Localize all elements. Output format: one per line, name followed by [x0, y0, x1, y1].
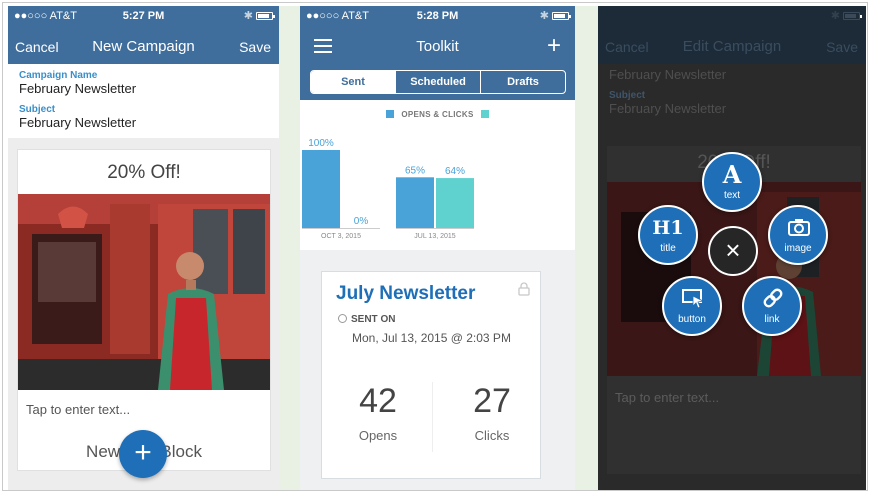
- bar-chart: 100% 0% OCT 3, 2015 65% 64% JUL 13, 2015: [302, 138, 474, 240]
- new-campaign-screen: ●●○○○ AT&T 5:27 PM ✱ Cancel New Campaign…: [8, 6, 279, 490]
- bar-value-label: 100%: [308, 138, 334, 149]
- legend-swatch-opens: [385, 110, 394, 118]
- chart-bar: [302, 150, 340, 228]
- save-button[interactable]: Save: [826, 39, 858, 55]
- bar-value-label: 65%: [405, 165, 425, 176]
- x-tick-label: OCT 3, 2015: [321, 233, 361, 240]
- tab-sent[interactable]: Sent: [311, 71, 395, 93]
- nav-bar: Cancel New Campaign Save: [8, 28, 279, 64]
- add-link-block-button[interactable]: link: [742, 276, 802, 336]
- clicks-count: 27: [473, 382, 511, 420]
- newsletter-title[interactable]: July Newsletter: [336, 283, 475, 305]
- close-icon: ×: [725, 235, 741, 265]
- edit-campaign-screen: ✱ Cancel Edit Campaign Save February New…: [598, 6, 866, 490]
- chart-bar: [396, 177, 434, 228]
- title-icon: H1: [652, 217, 684, 239]
- clock-icon: [338, 314, 347, 323]
- chart-legend: OPENS & CLICKS: [300, 110, 575, 119]
- battery-icon: [256, 12, 275, 20]
- button-icon: [682, 289, 705, 309]
- add-campaign-button[interactable]: +: [547, 32, 561, 60]
- sent-on-label: SENT ON: [351, 314, 396, 325]
- chart-bar: [436, 178, 474, 228]
- panel-divider: [575, 6, 598, 490]
- text-icon: A: [722, 160, 742, 189]
- header-bar: ●●○○○ AT&T 5:28 PM ✱ Toolkit + Sent Sche…: [300, 6, 575, 100]
- legend-swatch-clicks: [481, 110, 490, 118]
- bluetooth-icon: ✱: [830, 10, 840, 22]
- bar-value-label: 0%: [354, 216, 369, 227]
- legend-label: OPENS & CLICKS: [401, 110, 474, 119]
- title-block-label: title: [660, 243, 676, 254]
- header-bar: ✱ Cancel Edit Campaign Save: [598, 6, 866, 64]
- opens-clicks-chart: OPENS & CLICKS 100% 0% OCT 3, 2015 65% 64% JU…: [300, 100, 575, 250]
- panel-divider: [279, 6, 300, 490]
- bluetooth-icon: ✱: [243, 10, 253, 22]
- tab-scheduled[interactable]: Scheduled: [395, 71, 480, 93]
- campaign-tabs: Sent Scheduled Drafts: [310, 70, 566, 94]
- bluetooth-icon: ✱: [539, 10, 549, 22]
- nav-bar: Cancel Edit Campaign Save: [598, 28, 866, 64]
- status-bar: ✱: [598, 6, 866, 28]
- screenshot-frame: ●●○○○ AT&T 5:27 PM ✱ Cancel New Campaign…: [2, 2, 868, 491]
- clock: 5:27 PM: [122, 10, 165, 22]
- toolkit-screen: ●●○○○ AT&T 5:28 PM ✱ Toolkit + Sent Sche…: [300, 6, 575, 490]
- text-block-input: Tap to enter text...: [615, 390, 720, 405]
- campaign-fields: Campaign Name February Newsletter Subjec…: [8, 64, 279, 138]
- sent-on-date: Mon, Jul 13, 2015 @ 2:03 PM: [352, 331, 511, 345]
- promo-title[interactable]: 20% Off!: [18, 162, 270, 184]
- clock: 5:28 PM: [416, 10, 459, 22]
- status-bar: ●●○○○ AT&T 5:28 PM ✱: [300, 6, 575, 28]
- campaign-name-input[interactable]: February Newsletter: [19, 81, 136, 96]
- subject-label: Subject: [19, 104, 56, 115]
- button-block-label: button: [678, 314, 706, 325]
- campaign-name-label: Campaign Name: [19, 70, 98, 81]
- battery-icon: [552, 12, 571, 20]
- tab-drafts[interactable]: Drafts: [480, 71, 565, 93]
- campaign-name-input[interactable]: February Newsletter: [609, 67, 726, 82]
- clicks-label: Clicks: [474, 428, 510, 443]
- lock-icon: [518, 282, 530, 296]
- opens-label: Opens: [358, 428, 398, 443]
- page-title: Toolkit: [416, 38, 459, 55]
- newsletter-card[interactable]: July Newsletter SENT ON Mon, Jul 13, 201…: [321, 271, 541, 479]
- opens-count: 42: [359, 382, 397, 420]
- add-title-block-button[interactable]: H1 title: [638, 205, 698, 265]
- text-block-label: text: [723, 190, 741, 201]
- add-text-block-button[interactable]: A text: [702, 152, 762, 212]
- camera-icon: [788, 219, 810, 236]
- link-block-label: link: [764, 314, 780, 325]
- subject-input[interactable]: February Newsletter: [609, 101, 726, 116]
- close-menu-button[interactable]: ×: [708, 226, 758, 276]
- nav-bar: Toolkit: [300, 28, 575, 64]
- add-button-block-button[interactable]: button: [662, 276, 722, 336]
- food-truck-photo[interactable]: [18, 194, 270, 390]
- status-bar: ●●○○○ AT&T 5:27 PM ✱: [8, 6, 279, 28]
- subject-label: Subject: [609, 90, 646, 101]
- email-preview-card: 20% Off! Tap to enter text... New Block: [17, 149, 271, 471]
- stat-divider: [432, 382, 433, 452]
- link-icon: [763, 288, 783, 308]
- header-bar: ●●○○○ AT&T 5:27 PM ✱ Cancel New Campaign…: [8, 6, 279, 64]
- bar-value-label: 64%: [445, 166, 465, 177]
- plus-icon: +: [134, 436, 152, 469]
- save-button[interactable]: Save: [239, 39, 271, 55]
- battery-icon: [843, 12, 862, 20]
- x-tick-label: JUL 13, 2015: [414, 233, 455, 240]
- sent-on-row: SENT ON: [338, 314, 395, 325]
- add-image-block-button[interactable]: image: [768, 205, 828, 265]
- image-block-label: image: [784, 243, 812, 254]
- add-block-button[interactable]: +: [119, 430, 167, 478]
- text-block-input[interactable]: Tap to enter text...: [26, 402, 130, 417]
- subject-input[interactable]: February Newsletter: [19, 115, 136, 130]
